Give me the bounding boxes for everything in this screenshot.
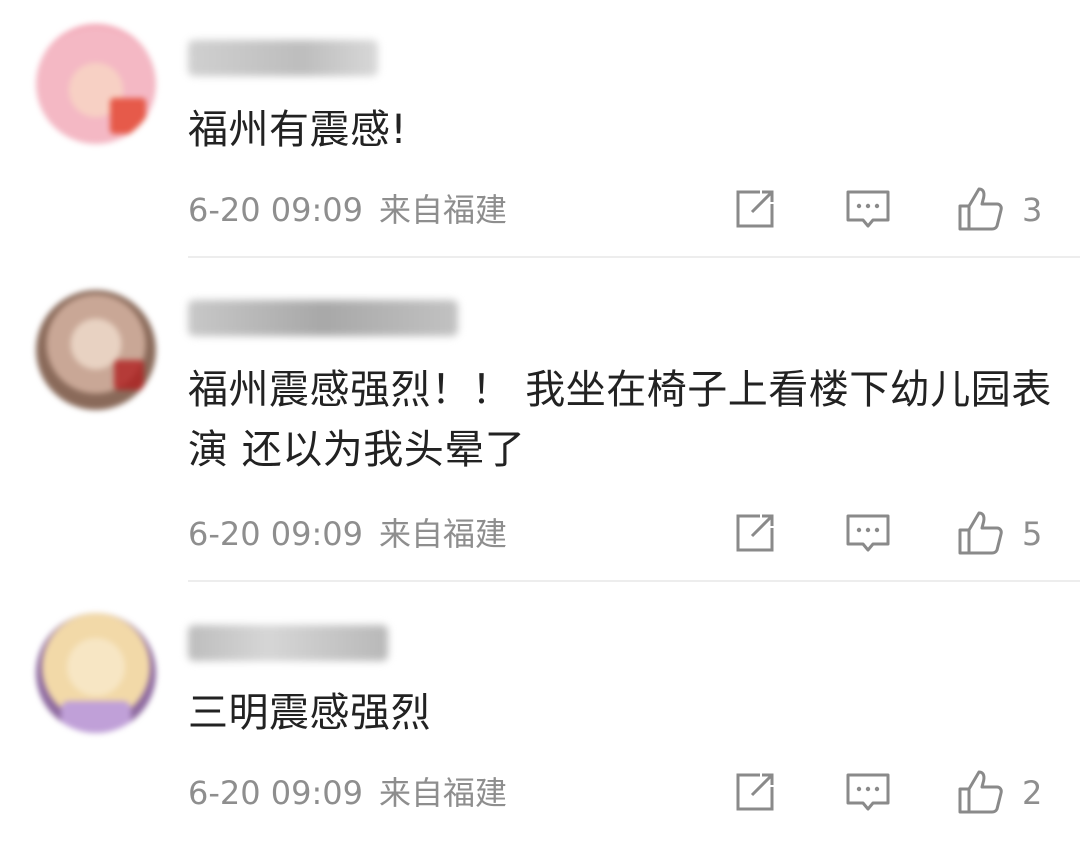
comment-item: 福州有震感! 6-20 09:09 来自福建 3	[0, 0, 1080, 258]
comment-meta: 6-20 09:09 来自福建	[188, 773, 507, 813]
comment-time: 6-20 09:09	[188, 515, 364, 553]
comment-time: 6-20 09:09	[188, 774, 364, 812]
share-icon	[736, 773, 774, 811]
comment-text: 福州震感强烈！！ 我坐在椅子上看楼下幼儿园表演 还以为我头晕了	[188, 367, 1052, 473]
share-button[interactable]	[730, 767, 780, 817]
divider	[188, 580, 1080, 582]
like-button[interactable]	[955, 767, 1005, 817]
comment-icon	[846, 190, 890, 228]
avatar[interactable]	[36, 613, 156, 733]
comment-text: 福州有震感!	[188, 107, 408, 153]
thumbs-up-icon	[958, 511, 1003, 555]
thumbs-up-icon	[958, 187, 1003, 231]
like-count: 5	[1022, 515, 1043, 553]
username[interactable]	[188, 625, 388, 661]
avatar[interactable]	[36, 290, 156, 410]
like-button[interactable]	[955, 184, 1005, 234]
reply-button[interactable]	[843, 767, 893, 817]
comment-item: 三明震感强烈 6-20 09:09 来自福建 2	[0, 583, 1080, 844]
share-button[interactable]	[730, 508, 780, 558]
comment-item: 福州震感强烈！！ 我坐在椅子上看楼下幼儿园表演 还以为我头晕了 6-20 09:…	[0, 258, 1080, 583]
comment-icon	[846, 514, 890, 552]
comment-icon	[846, 773, 890, 811]
comment-meta: 6-20 09:09 来自福建	[188, 190, 507, 230]
reply-button[interactable]	[843, 184, 893, 234]
like-button[interactable]	[955, 508, 1005, 558]
thumbs-up-icon	[958, 770, 1003, 814]
reply-button[interactable]	[843, 508, 893, 558]
share-icon	[736, 514, 774, 552]
comment-location: 来自福建	[379, 191, 508, 229]
avatar[interactable]	[36, 24, 156, 144]
comment-location: 来自福建	[379, 774, 508, 812]
username[interactable]	[188, 300, 458, 336]
like-count: 3	[1022, 191, 1043, 229]
share-button[interactable]	[730, 184, 780, 234]
like-count: 2	[1022, 774, 1043, 812]
comment-text: 三明震感强烈	[188, 690, 431, 736]
username[interactable]	[188, 40, 378, 76]
comment-time: 6-20 09:09	[188, 191, 364, 229]
comment-location: 来自福建	[379, 515, 508, 553]
share-icon	[736, 190, 774, 228]
comment-meta: 6-20 09:09 来自福建	[188, 514, 507, 554]
